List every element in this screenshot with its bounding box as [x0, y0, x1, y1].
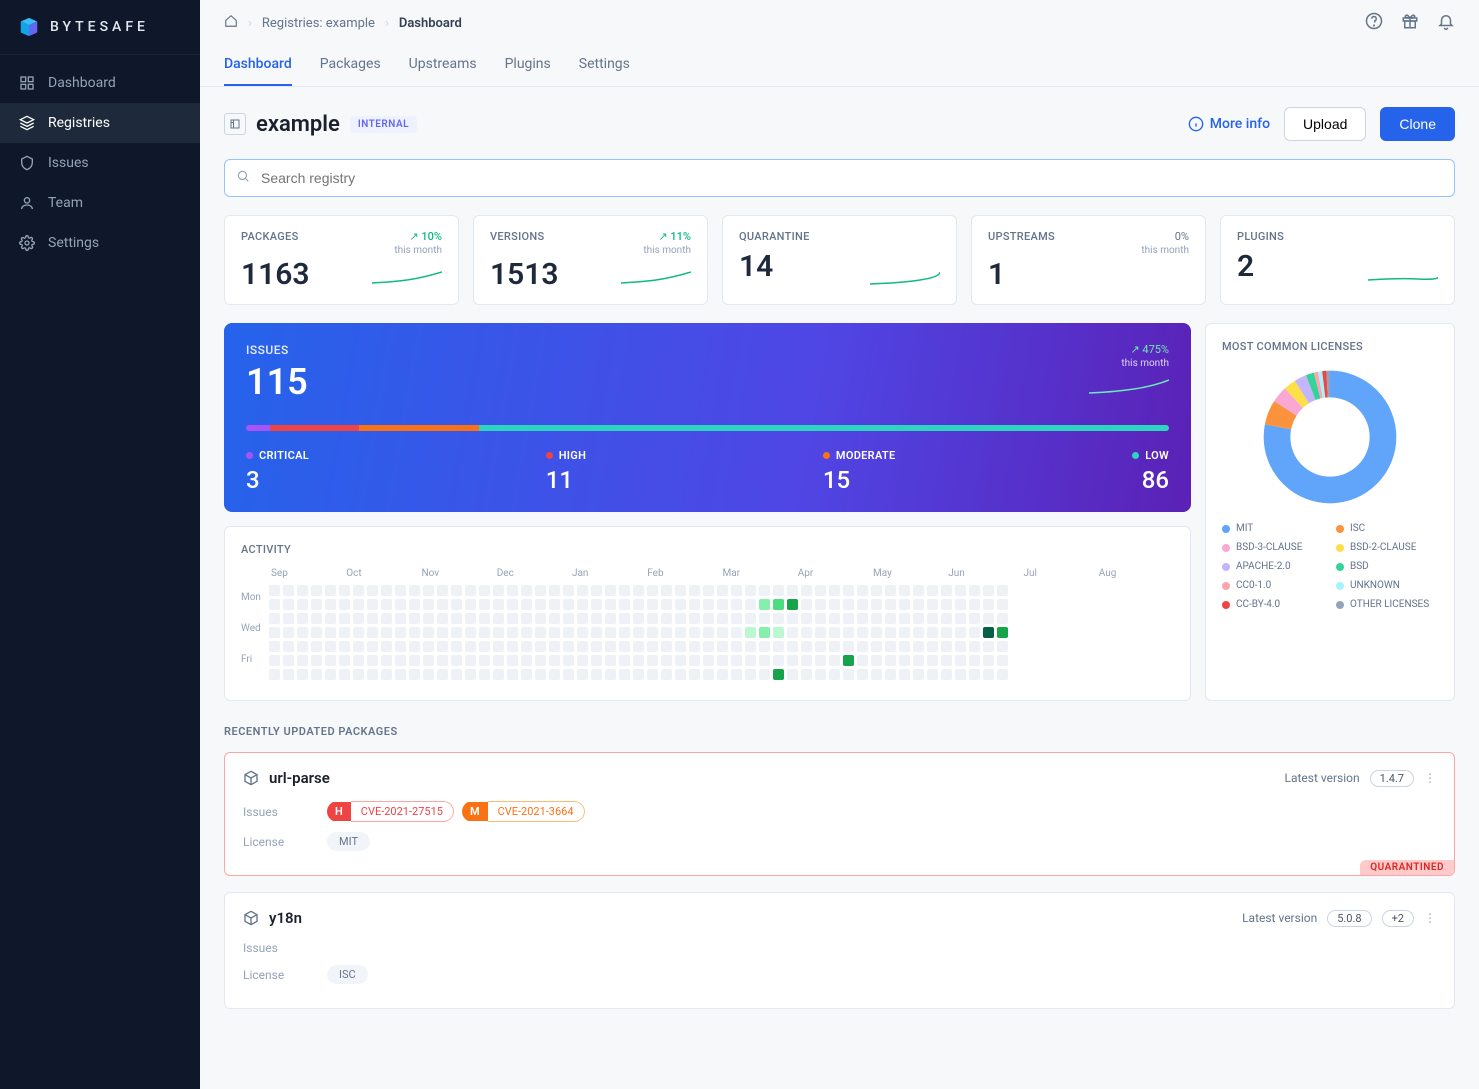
home-icon[interactable]: [224, 14, 238, 32]
version-pill: 5.0.8: [1327, 910, 1371, 927]
stat-upstreams[interactable]: UPSTREAMS 0%this month 1: [971, 215, 1206, 305]
nav-label: Team: [48, 195, 83, 211]
registries-icon: [18, 114, 36, 132]
tab-upstreams[interactable]: Upstreams: [409, 46, 477, 86]
tab-settings[interactable]: Settings: [579, 46, 630, 86]
tab-packages[interactable]: Packages: [320, 46, 381, 86]
upload-button[interactable]: Upload: [1284, 107, 1366, 141]
team-icon: [18, 194, 36, 212]
stat-versions[interactable]: VERSIONS ↗ 11%this month 1513: [473, 215, 708, 305]
activity-months: SepOctNovDecJanFebMarAprMayJunJulAug: [269, 568, 1174, 579]
package-icon: [243, 910, 259, 926]
sidebar: BYTESAFE Dashboard Registries Issues Tea…: [0, 0, 200, 1089]
bell-icon[interactable]: [1437, 12, 1455, 34]
stat-plugins[interactable]: PLUGINS 2: [1220, 215, 1455, 305]
severity-moderate: MODERATE 15: [823, 449, 896, 494]
brand-text: BYTESAFE: [50, 19, 149, 35]
severity-critical: CRITICAL 3: [246, 449, 309, 494]
more-options-icon[interactable]: ⋮: [1424, 911, 1436, 925]
cve-badge[interactable]: MCVE-2021-3664: [462, 801, 585, 822]
dashboard-icon: [18, 74, 36, 92]
internal-badge: INTERNAL: [350, 116, 417, 133]
sidebar-item-dashboard[interactable]: Dashboard: [0, 63, 200, 103]
nav-label: Registries: [48, 115, 110, 131]
bytesafe-logo-icon: [18, 16, 40, 38]
breadcrumb: › Registries: example › Dashboard: [224, 14, 462, 32]
breadcrumb-current: Dashboard: [399, 16, 462, 31]
version-pill: 1.4.7: [1370, 770, 1414, 787]
issues-card[interactable]: ISSUES 115 ↗ 475%this month: [224, 323, 1191, 512]
sidebar-item-issues[interactable]: Issues: [0, 143, 200, 183]
breadcrumb-separator: ›: [248, 16, 252, 31]
page-title: example: [256, 112, 340, 137]
info-icon: [1188, 116, 1204, 132]
nav-label: Issues: [48, 155, 89, 171]
nav-label: Dashboard: [48, 75, 116, 91]
package-card[interactable]: y18n Latest version 5.0.8 +2 ⋮ Issues Li…: [224, 892, 1455, 1009]
activity-card: ACTIVITY Mon Wed Fri SepOctNovDecJanFebM…: [224, 526, 1191, 701]
search-wrapper: [224, 159, 1455, 197]
sparkline: [1368, 268, 1438, 288]
extra-versions-pill: +2: [1382, 910, 1414, 927]
sidebar-item-registries[interactable]: Registries: [0, 103, 200, 143]
package-card[interactable]: url-parse Latest version 1.4.7 ⋮ Issues …: [224, 752, 1455, 876]
quarantined-badge: QUARANTINED: [1360, 860, 1454, 875]
gift-icon[interactable]: [1401, 12, 1419, 34]
cve-badge[interactable]: HCVE-2021-27515: [327, 801, 454, 822]
license-pill: MIT: [327, 832, 370, 851]
activity-heatmap: [269, 585, 1174, 680]
stat-packages[interactable]: PACKAGES ↗ 10%this month 1163: [224, 215, 459, 305]
sparkline: [870, 268, 940, 288]
severity-low: LOW 86: [1132, 449, 1169, 494]
licenses-donut-chart: [1260, 367, 1400, 507]
licenses-legend: MITISCBSD-3-CLAUSEBSD-2-CLAUSEAPACHE-2.0…: [1222, 523, 1438, 610]
issues-icon: [18, 154, 36, 172]
more-info-link[interactable]: More info: [1188, 116, 1270, 132]
package-icon: [243, 770, 259, 786]
recent-packages-title: RECENTLY UPDATED PACKAGES: [224, 725, 1455, 738]
nav-label: Settings: [48, 235, 99, 251]
license-pill: ISC: [327, 965, 368, 984]
stat-quarantine[interactable]: QUARANTINE 14: [722, 215, 957, 305]
registry-icon: [224, 113, 246, 135]
breadcrumb-registries[interactable]: Registries: example: [262, 16, 375, 31]
breadcrumb-separator: ›: [385, 16, 389, 31]
issues-severity-bar: [246, 425, 1169, 431]
sidebar-item-settings[interactable]: Settings: [0, 223, 200, 263]
trend-up-icon: ↗ 11%: [658, 230, 691, 243]
settings-icon: [18, 234, 36, 252]
help-icon[interactable]: [1365, 12, 1383, 34]
sidebar-item-team[interactable]: Team: [0, 183, 200, 223]
search-input[interactable]: [224, 159, 1455, 197]
tabs: Dashboard Packages Upstreams Plugins Set…: [200, 46, 1479, 87]
sparkline: [1089, 377, 1169, 397]
trend-up-icon: ↗ 475%: [1130, 343, 1169, 356]
search-icon: [236, 169, 250, 187]
tab-plugins[interactable]: Plugins: [505, 46, 551, 86]
licenses-card: MOST COMMON LICENSES MITISCBSD-3-CLAUSEB…: [1205, 323, 1455, 701]
logo[interactable]: BYTESAFE: [0, 0, 200, 55]
more-options-icon[interactable]: ⋮: [1424, 771, 1436, 785]
trend-up-icon: ↗ 10%: [409, 230, 442, 243]
topbar: › Registries: example › Dashboard: [200, 0, 1479, 46]
sparkline: [372, 268, 442, 288]
sparkline: [621, 268, 691, 288]
severity-high: HIGH 11: [546, 449, 586, 494]
tab-dashboard[interactable]: Dashboard: [224, 46, 292, 86]
clone-button[interactable]: Clone: [1380, 107, 1455, 141]
